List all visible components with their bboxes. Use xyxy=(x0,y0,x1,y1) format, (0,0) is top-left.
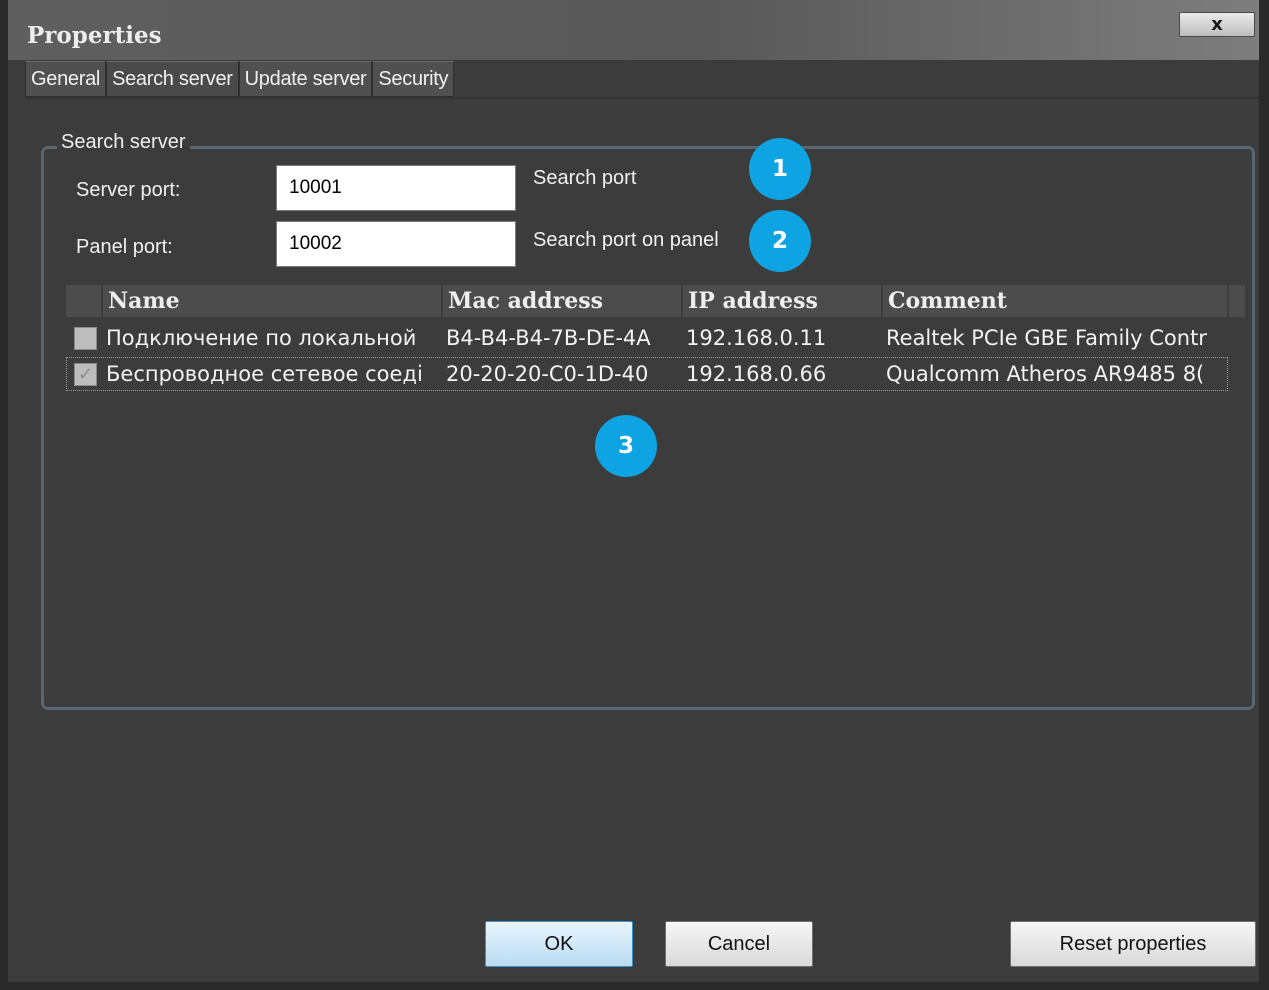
checkmark-icon: ✓ xyxy=(77,364,94,385)
cell-mac: 20-20-20-C0-1D-40 xyxy=(446,362,649,386)
groupbox-title: Search server xyxy=(57,131,190,154)
column-header-mac[interactable]: Mac address xyxy=(443,285,683,317)
window-title: Properties xyxy=(27,22,162,49)
panel-port-label: Panel port: xyxy=(76,236,173,258)
cell-name: Подключение по локальной xyxy=(106,326,417,350)
annotation-badge-3: 3 xyxy=(595,415,657,477)
close-icon: x xyxy=(1211,14,1223,35)
cell-ip: 192.168.0.11 xyxy=(686,326,827,350)
title-bar[interactable]: Properties x xyxy=(8,0,1259,60)
row-checkbox[interactable]: ✓ xyxy=(74,363,97,386)
server-port-hint: Search port xyxy=(533,167,637,189)
column-header-check[interactable] xyxy=(66,285,103,317)
cell-name: Беспроводное сетевое соеді xyxy=(106,362,423,386)
tab-divider xyxy=(25,97,1259,99)
table-row[interactable]: Подключение по локальной B4-B4-B4-7B-DE-… xyxy=(66,321,1228,355)
annotation-badge-2: 2 xyxy=(749,210,811,272)
cancel-button[interactable]: Cancel xyxy=(665,921,813,967)
column-header-filler xyxy=(1229,285,1247,317)
tab-security[interactable]: Security xyxy=(372,61,455,97)
table-row[interactable]: ✓ Беспроводное сетевое соеді 20-20-20-C0… xyxy=(66,357,1228,391)
panel-port-hint: Search port on panel xyxy=(533,229,719,251)
tab-search-server[interactable]: Search server xyxy=(106,61,239,97)
tab-update-server[interactable]: Update server xyxy=(238,61,373,97)
reset-properties-button[interactable]: Reset properties xyxy=(1010,921,1256,967)
column-header-comment[interactable]: Comment xyxy=(883,285,1229,317)
cell-comment: Qualcomm Atheros AR9485 8( xyxy=(886,362,1205,386)
column-header-ip[interactable]: IP address xyxy=(683,285,883,317)
tab-strip: General Search server Update server Secu… xyxy=(25,61,455,97)
annotation-badge-1: 1 xyxy=(749,138,811,200)
server-port-label: Server port: xyxy=(76,179,181,201)
close-button[interactable]: x xyxy=(1179,12,1255,37)
panel-port-input[interactable] xyxy=(276,221,516,267)
row-checkbox[interactable] xyxy=(74,327,97,350)
cell-comment: Realtek PCIe GBE Family Contr xyxy=(886,326,1207,350)
ok-button[interactable]: OK xyxy=(485,921,633,967)
properties-dialog: Properties x General Search server Updat… xyxy=(0,0,1269,990)
cell-ip: 192.168.0.66 xyxy=(686,362,827,386)
column-header-name[interactable]: Name xyxy=(103,285,443,317)
tab-general[interactable]: General xyxy=(25,61,107,97)
adapter-table-header: Name Mac address IP address Comment xyxy=(66,285,1247,317)
server-port-input[interactable] xyxy=(276,165,516,211)
cell-mac: B4-B4-B4-7B-DE-4A xyxy=(446,326,651,350)
